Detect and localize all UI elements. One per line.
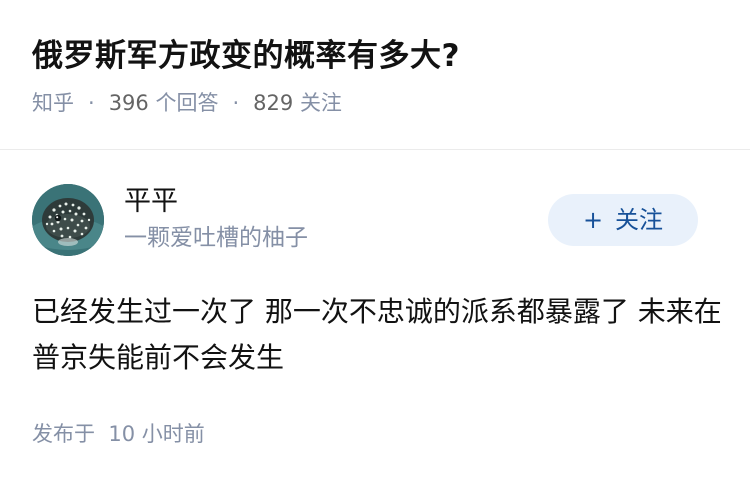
meta-separator: · bbox=[88, 91, 95, 115]
author-row: 平平 一颗爱吐槽的柚子 + 关注 bbox=[32, 184, 718, 256]
plus-icon: + bbox=[582, 206, 604, 234]
pufferfish-avatar-icon[interactable] bbox=[32, 184, 104, 256]
publish-label: 发布于 bbox=[32, 422, 95, 446]
publish-time-value: 10 小时前 bbox=[108, 422, 205, 446]
question-meta: 知乎 · 396 个回答 · 829 关注 bbox=[32, 88, 718, 118]
follow-button[interactable]: + 关注 bbox=[548, 194, 698, 246]
meta-separator: · bbox=[232, 91, 240, 115]
avatar-image bbox=[32, 184, 104, 256]
source-label[interactable]: 知乎 bbox=[32, 91, 74, 115]
follow-button-label: 关注 bbox=[615, 206, 664, 234]
author-info: 平平 一颗爱吐槽的柚子 bbox=[124, 184, 308, 254]
answer-card: 平平 一颗爱吐槽的柚子 + 关注 已经发生过一次了 那一次不忠诚的派系都暴露了 未… bbox=[0, 151, 750, 486]
follower-count-label: 关注 bbox=[299, 91, 342, 115]
question-header: 俄罗斯军方政变的概率有多大? 知乎 · 396 个回答 · 829 关注 bbox=[0, 0, 750, 150]
author-bio: 一颗爱吐槽的柚子 bbox=[124, 225, 308, 251]
answer-count-label: 个回答 bbox=[155, 91, 219, 115]
answer-count: 396 bbox=[108, 91, 149, 115]
follower-count: 829 bbox=[253, 91, 294, 115]
answer-content[interactable]: 已经发生过一次了 那一次不忠诚的派系都暴露了 未来在普京失能前不会发生 bbox=[32, 289, 722, 381]
author-name[interactable]: 平平 bbox=[124, 184, 308, 220]
publish-time: 发布于 10 小时前 bbox=[32, 419, 205, 449]
question-title[interactable]: 俄罗斯军方政变的概率有多大? bbox=[32, 34, 718, 78]
